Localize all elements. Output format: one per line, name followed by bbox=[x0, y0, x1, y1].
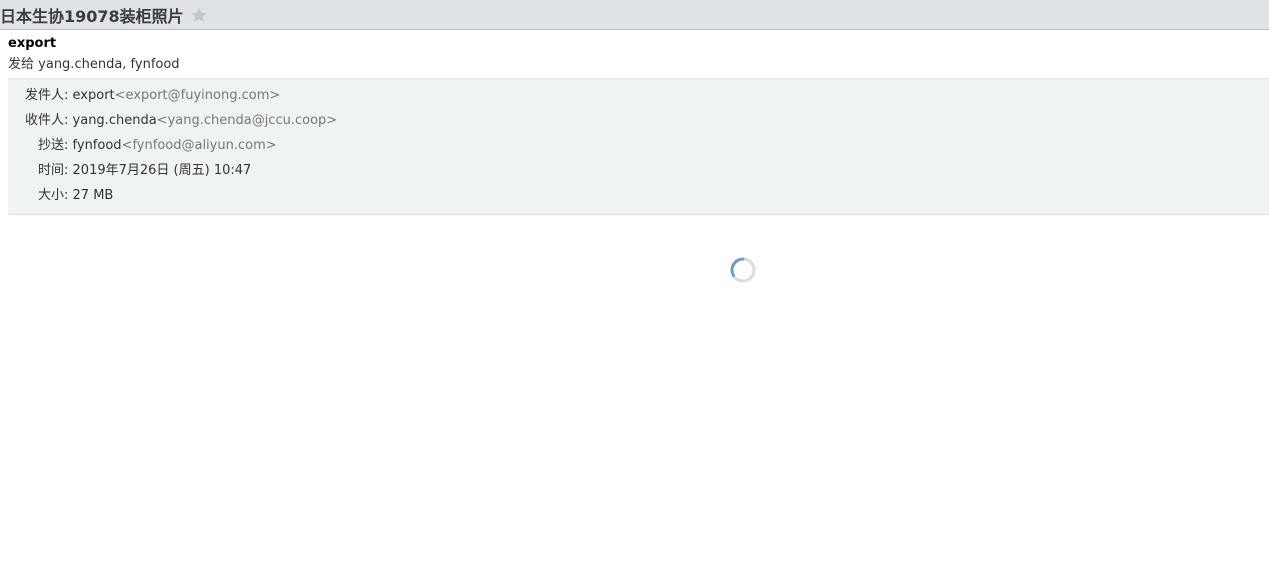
sender-summary: export 发给 yang.chenda, fynfood bbox=[8, 36, 180, 74]
to-label: 收件人: bbox=[25, 113, 69, 128]
email-details-panel: 发件人: export<export@fuyinong.com> 收件人: ya… bbox=[8, 78, 1269, 215]
to-email[interactable]: <yang.chenda@jccu.coop> bbox=[157, 113, 338, 128]
to-row: 收件人: yang.chenda<yang.chenda@jccu.coop> bbox=[25, 112, 337, 130]
time-label: 时间: bbox=[38, 163, 69, 178]
from-name[interactable]: export bbox=[73, 88, 115, 103]
size-value: 27 MB bbox=[72, 188, 114, 203]
subject-bar: 日本生协19078装柜照片 bbox=[0, 0, 1269, 30]
from-label: 发件人: bbox=[25, 88, 69, 103]
spinner-icon bbox=[729, 256, 757, 284]
email-subject: 日本生协19078装柜照片 bbox=[0, 6, 184, 26]
cc-row: 抄送: fynfood<fynfood@aliyun.com> bbox=[38, 137, 277, 155]
sent-to-line: 发给 yang.chenda, fynfood bbox=[8, 56, 180, 74]
time-row: 时间: 2019年7月26日 (周五) 10:47 bbox=[38, 162, 251, 180]
from-row: 发件人: export<export@fuyinong.com> bbox=[25, 87, 280, 105]
cc-name[interactable]: fynfood bbox=[73, 138, 122, 153]
sent-to-recipients[interactable]: yang.chenda, fynfood bbox=[38, 57, 179, 72]
star-icon[interactable] bbox=[190, 6, 208, 24]
sender-name[interactable]: export bbox=[8, 36, 180, 52]
sent-to-prefix: 发给 bbox=[8, 57, 35, 72]
size-row: 大小: 27 MB bbox=[38, 187, 113, 205]
to-name[interactable]: yang.chenda bbox=[73, 113, 157, 128]
time-value: 2019年7月26日 (周五) 10:47 bbox=[72, 163, 252, 178]
cc-email[interactable]: <fynfood@aliyun.com> bbox=[122, 138, 277, 153]
cc-label: 抄送: bbox=[38, 138, 69, 153]
from-email[interactable]: <export@fuyinong.com> bbox=[115, 88, 281, 103]
size-label: 大小: bbox=[38, 188, 69, 203]
